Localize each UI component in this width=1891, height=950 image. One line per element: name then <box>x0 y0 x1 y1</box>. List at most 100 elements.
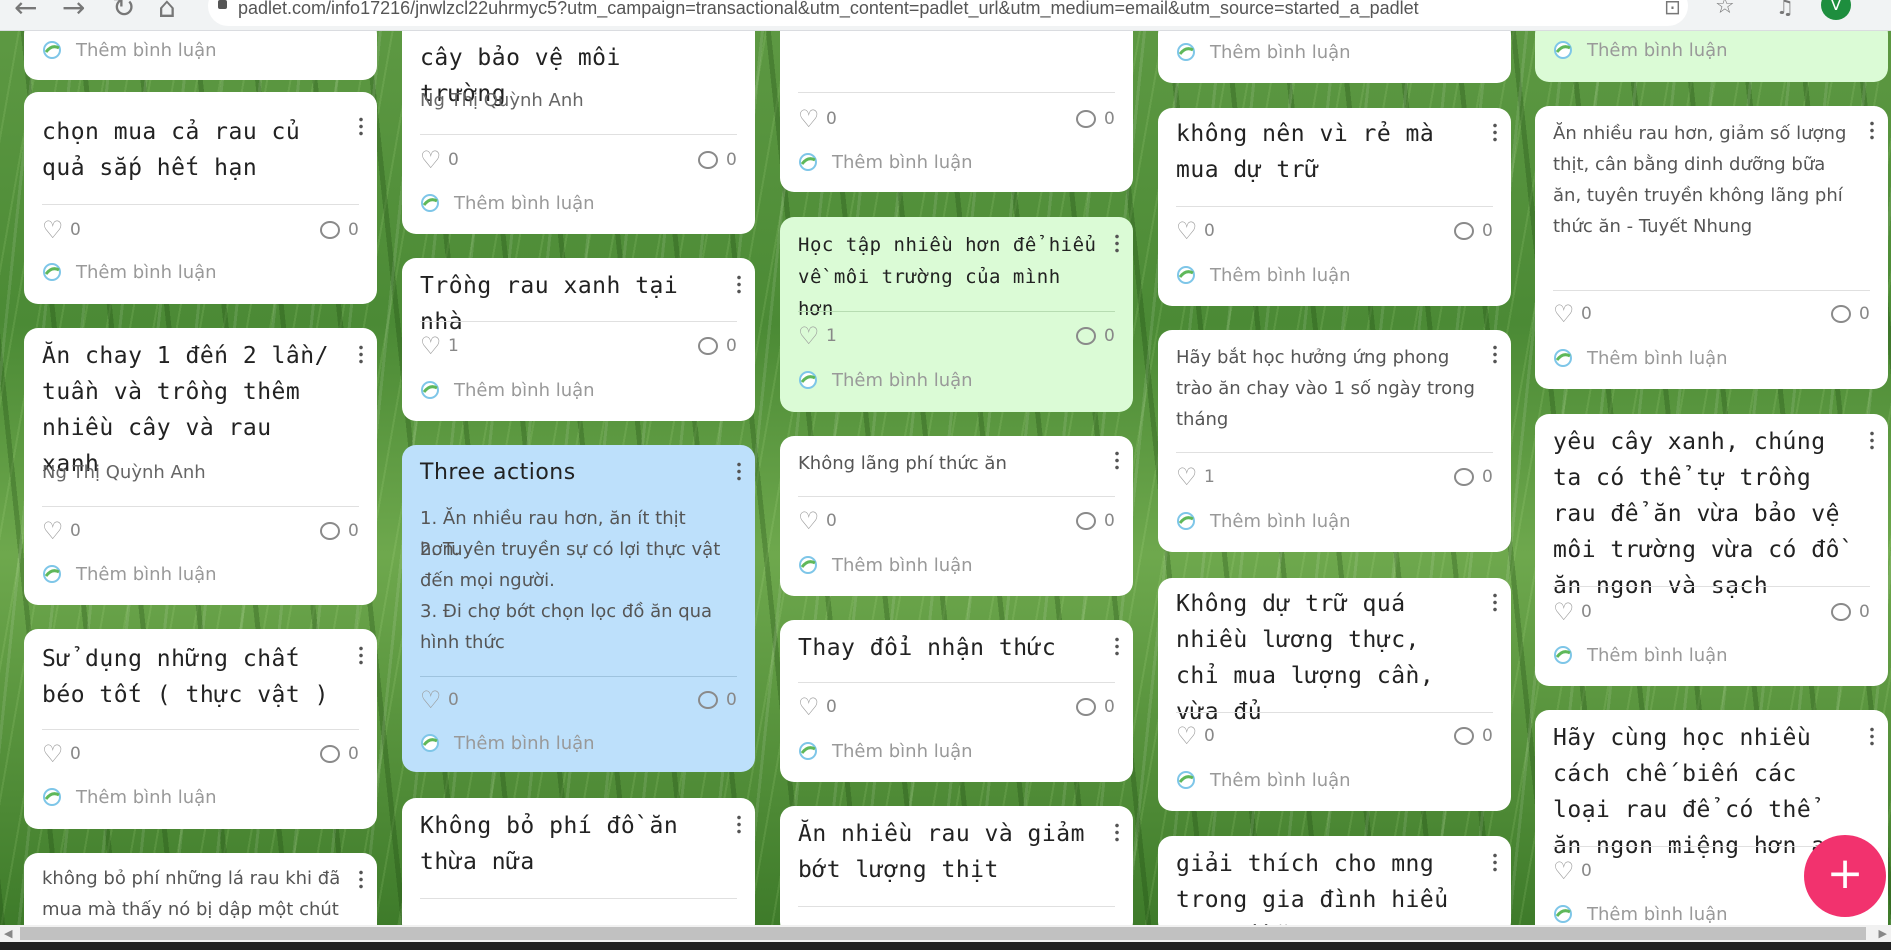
padlet-post-card[interactable]: Thay đổi nhận thức ♡ 0 0 Thêm bình luận <box>780 620 1133 782</box>
padlet-post-card[interactable]: Trồng rau xanh tại nhà ♡ 1 0 Thêm bình l… <box>402 258 755 421</box>
post-menu-icon[interactable] <box>737 461 741 481</box>
bookmark-star-icon[interactable]: ☆ <box>1715 0 1735 19</box>
comment-bubble-icon[interactable] <box>320 522 340 540</box>
post-menu-icon[interactable] <box>359 645 363 665</box>
add-comment-link[interactable]: Thêm bình luận <box>1587 40 1728 61</box>
comment-bubble-icon[interactable] <box>1454 727 1474 745</box>
add-comment-link[interactable]: Thêm bình luận <box>832 555 973 576</box>
padlet-post-card[interactable]: Không bỏ phí đồ ăn thừa nữa <box>402 798 755 938</box>
heart-icon[interactable]: ♡ <box>420 334 442 358</box>
post-menu-icon[interactable] <box>1115 450 1119 470</box>
add-comment-link[interactable]: Thêm bình luận <box>454 733 595 754</box>
add-comment-link[interactable]: Thêm bình luận <box>454 193 595 214</box>
padlet-post-card[interactable]: Không dự trữ quá nhiều lương thực, chỉ m… <box>1158 578 1511 811</box>
add-comment-link[interactable]: Thêm bình luận <box>1587 348 1728 369</box>
horizontal-scrollbar[interactable]: ◀ ▶ <box>0 925 1891 942</box>
comment-bubble-icon[interactable] <box>1454 468 1474 486</box>
add-comment-link[interactable]: Thêm bình luận <box>1587 904 1728 925</box>
add-post-button[interactable]: + <box>1804 835 1886 917</box>
add-comment-link[interactable]: Thêm bình luận <box>76 40 217 61</box>
post-menu-icon[interactable] <box>1493 852 1497 872</box>
post-menu-icon[interactable] <box>1870 120 1874 140</box>
comment-bubble-icon[interactable] <box>320 221 340 239</box>
heart-icon[interactable]: ♡ <box>1553 859 1575 883</box>
add-comment-link[interactable]: Thêm bình luận <box>1587 645 1728 666</box>
media-icon[interactable]: ♫ <box>1776 0 1794 19</box>
heart-icon[interactable]: ♡ <box>420 148 442 172</box>
add-comment-link[interactable]: Thêm bình luận <box>1210 265 1351 286</box>
post-menu-icon[interactable] <box>359 869 363 889</box>
padlet-post-card[interactable]: yêu cây xanh, chúng ta có thể tự trồng r… <box>1535 414 1888 686</box>
scrollbar-thumb[interactable] <box>20 927 1866 940</box>
profile-avatar[interactable]: V <box>1821 0 1851 20</box>
post-menu-icon[interactable] <box>1115 233 1119 253</box>
comment-bubble-icon[interactable] <box>698 151 718 169</box>
padlet-post-card[interactable]: Hãy bắt học hưởng ứng phong trào ăn chay… <box>1158 330 1511 552</box>
heart-icon[interactable]: ♡ <box>798 509 820 533</box>
reload-icon[interactable]: ↻ <box>112 0 135 24</box>
comment-bubble-icon[interactable] <box>1076 327 1096 345</box>
padlet-post-card[interactable]: Không lãng phí thức ăn ♡ 0 0 Thêm bình l… <box>780 436 1133 596</box>
back-icon[interactable]: ← <box>14 0 37 24</box>
add-comment-link[interactable]: Thêm bình luận <box>1210 511 1351 532</box>
post-menu-icon[interactable] <box>1870 726 1874 746</box>
post-menu-icon[interactable] <box>359 116 363 136</box>
home-icon[interactable]: ⌂ <box>158 0 176 24</box>
forward-icon[interactable]: → <box>62 0 85 24</box>
address-bar[interactable]: padlet.com/info17216/jnwlzcl22uhrmyc5?ut… <box>208 0 1688 26</box>
padlet-post-card[interactable]: Học tập nhiều hơn để hiểu về môi trường … <box>780 217 1133 412</box>
install-icon[interactable]: ⊡ <box>1664 0 1681 19</box>
padlet-post-card[interactable]: chọn mua cả rau củ quả sắp hết hạn ♡ 0 0… <box>24 92 377 304</box>
heart-icon[interactable]: ♡ <box>42 519 64 543</box>
heart-icon[interactable]: ♡ <box>1553 302 1575 326</box>
add-comment-link[interactable]: Thêm bình luận <box>832 370 973 391</box>
padlet-post-card[interactable]: Three actions 1. Ăn nhiều rau hơn, ăn ít… <box>402 445 755 772</box>
heart-icon[interactable]: ♡ <box>798 107 820 131</box>
comment-bubble-icon[interactable] <box>1454 222 1474 240</box>
heart-icon[interactable]: ♡ <box>420 688 442 712</box>
heart-icon[interactable]: ♡ <box>42 742 64 766</box>
padlet-post-card[interactable]: Sử dụng những chất béo tốt ( thực vật ) … <box>24 629 377 829</box>
post-menu-icon[interactable] <box>359 344 363 364</box>
padlet-post-card[interactable]: giải thích cho mng trong gia đình hiểu h… <box>1158 836 1511 936</box>
post-menu-icon[interactable] <box>737 814 741 834</box>
heart-icon[interactable]: ♡ <box>798 695 820 719</box>
heart-icon[interactable]: ♡ <box>1176 465 1198 489</box>
post-menu-icon[interactable] <box>1115 822 1119 842</box>
comment-bubble-icon[interactable] <box>698 337 718 355</box>
scroll-right-arrow-icon[interactable]: ▶ <box>1879 927 1887 940</box>
add-comment-link[interactable]: Thêm bình luận <box>76 564 217 585</box>
add-comment-link[interactable]: Thêm bình luận <box>832 741 973 762</box>
padlet-post-card[interactable]: Ăn nhiều rau hơn, giảm số lượng thịt, câ… <box>1535 106 1888 389</box>
comment-bubble-icon[interactable] <box>698 691 718 709</box>
post-menu-icon[interactable] <box>1493 592 1497 612</box>
comment-bubble-icon[interactable] <box>1831 603 1851 621</box>
comment-bubble-icon[interactable] <box>1076 110 1096 128</box>
scroll-left-arrow-icon[interactable]: ◀ <box>4 927 12 940</box>
add-comment-link[interactable]: Thêm bình luận <box>832 152 973 173</box>
comment-bubble-icon[interactable] <box>1831 305 1851 323</box>
post-menu-icon[interactable] <box>737 274 741 294</box>
add-comment-link[interactable]: Thêm bình luận <box>76 787 217 808</box>
add-comment-link[interactable]: Thêm bình luận <box>1210 42 1351 63</box>
post-menu-icon[interactable] <box>1115 636 1119 656</box>
padlet-post-card[interactable]: Ăn chay 1 đến 2 lần/ tuần và trồng thêm … <box>24 328 377 605</box>
padlet-post-card[interactable]: ♡ 0 0 Thêm bình luận <box>780 10 1133 192</box>
add-comment-link[interactable]: Thêm bình luận <box>76 262 217 283</box>
post-menu-icon[interactable] <box>1493 122 1497 142</box>
heart-icon[interactable]: ♡ <box>1176 219 1198 243</box>
comment-bubble-icon[interactable] <box>1076 698 1096 716</box>
post-menu-icon[interactable] <box>1870 430 1874 450</box>
padlet-post-card[interactable]: Ăn nhiều rau và giảm bớt lượng thịt <box>780 806 1133 936</box>
heart-icon[interactable]: ♡ <box>1553 600 1575 624</box>
comment-bubble-icon[interactable] <box>1076 512 1096 530</box>
heart-icon[interactable]: ♡ <box>1176 724 1198 748</box>
comment-bubble-icon[interactable] <box>320 745 340 763</box>
heart-icon[interactable]: ♡ <box>42 218 64 242</box>
heart-icon[interactable]: ♡ <box>798 324 820 348</box>
add-comment-link[interactable]: Thêm bình luận <box>454 380 595 401</box>
post-menu-icon[interactable] <box>1493 344 1497 364</box>
add-comment-link[interactable]: Thêm bình luận <box>1210 770 1351 791</box>
padlet-post-card[interactable]: cây bảo vệ môi trường Ng Thị Quỳnh Anh ♡… <box>402 10 755 234</box>
padlet-post-card[interactable]: không nên vì rẻ mà mua dự trữ ♡ 0 0 Thêm… <box>1158 108 1511 306</box>
